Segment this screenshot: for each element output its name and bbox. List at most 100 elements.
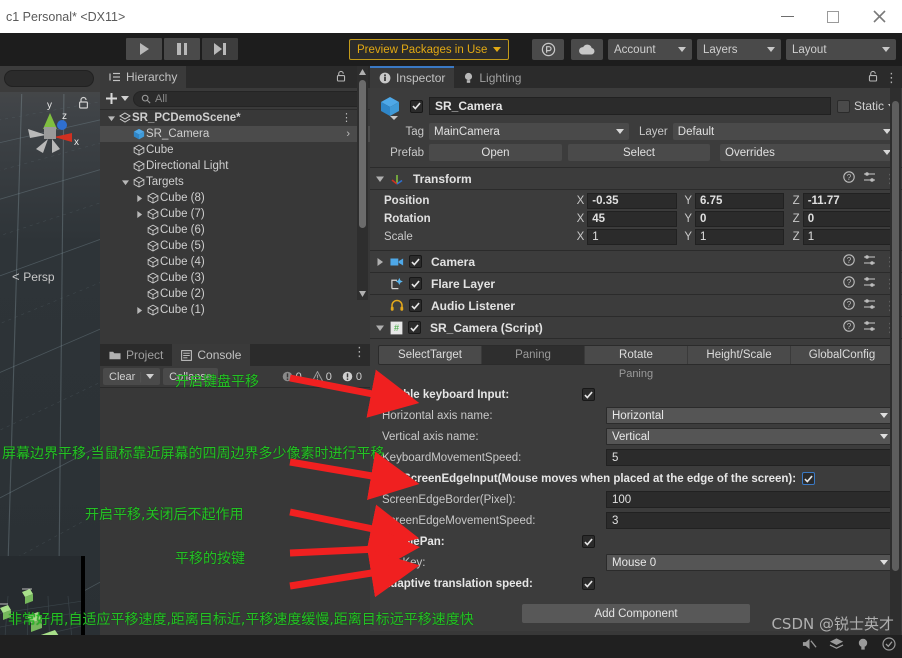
- foldout-collapsed-icon[interactable]: [134, 194, 145, 202]
- hierarchy-item-cube-5[interactable]: Cube (5): [100, 238, 370, 254]
- field-checkbox[interactable]: [582, 388, 595, 401]
- scene-view[interactable]: y z x < Persp: [0, 66, 100, 658]
- hierarchy-search-input[interactable]: All: [133, 90, 365, 107]
- help-icon[interactable]: ?: [843, 253, 855, 271]
- transform-rotation-y-input[interactable]: 0: [694, 211, 785, 227]
- script-tab-strip[interactable]: SelectTarget Paning Rotate Height/Scale Glob…: [378, 345, 894, 365]
- script-tab-selecttarget[interactable]: SelectTarget: [379, 346, 482, 364]
- console-kebab-icon[interactable]: ⋮: [353, 345, 366, 358]
- foldout-collapsed-icon[interactable]: [134, 210, 145, 218]
- component-enabled-checkbox[interactable]: [408, 321, 421, 334]
- field-text-input[interactable]: 5: [606, 449, 894, 466]
- layers-dropdown[interactable]: Layers: [697, 39, 781, 60]
- inspector-kebab-icon[interactable]: ⋮: [885, 71, 898, 84]
- help-icon[interactable]: ?: [843, 275, 855, 293]
- preset-icon[interactable]: [863, 275, 876, 293]
- help-icon[interactable]: ?: [843, 319, 855, 337]
- mute-audio-icon[interactable]: [802, 637, 817, 656]
- field-checkbox[interactable]: [582, 535, 595, 548]
- script-tab-paning[interactable]: Paning: [482, 346, 585, 364]
- scroll-down-icon[interactable]: [357, 288, 368, 300]
- clear-button[interactable]: Clear |: [103, 368, 161, 385]
- hierarchy-tree[interactable]: SR_PCDemoScene* ⋮ SR_Camera › Cube Directiona…: [100, 110, 370, 344]
- prefab-select-button[interactable]: Select: [568, 144, 710, 161]
- inspector-scrollbar[interactable]: [890, 88, 901, 658]
- component-enabled-checkbox[interactable]: [409, 277, 422, 290]
- tag-dropdown[interactable]: MainCamera: [429, 123, 629, 140]
- hierarchy-row-kebab-icon[interactable]: ⋮: [341, 112, 352, 123]
- hierarchy-item-cube-6[interactable]: Cube (6): [100, 222, 370, 238]
- step-button[interactable]: [202, 38, 238, 60]
- log-count[interactable]: 0: [277, 368, 307, 385]
- help-icon[interactable]: ?: [843, 297, 855, 315]
- component-header-camera[interactable]: Camera ?⋮: [370, 251, 902, 273]
- scene-search-input[interactable]: [4, 70, 94, 87]
- component-header-transform[interactable]: Transform ? ⋮: [370, 168, 902, 190]
- static-toggle-group[interactable]: Static: [836, 99, 896, 113]
- transform-scale-z-input[interactable]: 1: [802, 229, 893, 245]
- tab-hierarchy[interactable]: Hierarchy: [100, 66, 187, 88]
- layer-dropdown[interactable]: Default: [672, 123, 896, 140]
- minimize-button[interactable]: [764, 0, 810, 33]
- preset-icon[interactable]: [863, 170, 876, 188]
- field-dropdown[interactable]: Vertical: [606, 428, 894, 445]
- account-dropdown[interactable]: Account: [608, 39, 692, 60]
- foldout-collapsed-icon[interactable]: [375, 257, 385, 266]
- tab-lighting[interactable]: Lighting: [454, 66, 530, 88]
- hierarchy-item-targets[interactable]: Targets: [100, 174, 370, 190]
- hierarchy-item-cube-7[interactable]: Cube (7): [100, 206, 370, 222]
- gameobject-enabled-checkbox[interactable]: [410, 99, 423, 113]
- inspector-scroll-thumb[interactable]: [892, 101, 899, 571]
- hierarchy-scroll-thumb[interactable]: [359, 80, 366, 228]
- close-button[interactable]: [856, 0, 902, 33]
- transform-scale-y-input[interactable]: 1: [694, 229, 785, 245]
- hierarchy-item-cube[interactable]: Cube: [100, 142, 370, 158]
- preset-icon[interactable]: [863, 253, 876, 271]
- error-count[interactable]: 0: [337, 368, 367, 385]
- collapse-button[interactable]: Collapse: [163, 368, 218, 385]
- console-log-area[interactable]: [100, 388, 370, 658]
- field-text-input[interactable]: 100: [606, 491, 894, 508]
- gameobject-name-input[interactable]: SR_Camera: [429, 97, 831, 115]
- static-checkbox[interactable]: [836, 99, 850, 113]
- preview-packages-button[interactable]: Preview Packages in Use: [349, 39, 510, 60]
- hierarchy-item-sr-camera[interactable]: SR_Camera ›: [100, 126, 370, 142]
- lightbulb-status-icon[interactable]: [856, 637, 870, 656]
- transform-scale-x-input[interactable]: 1: [587, 229, 677, 245]
- cloud-button[interactable]: [571, 39, 603, 60]
- hierarchy-item-cube-4[interactable]: Cube (4): [100, 254, 370, 270]
- hierarchy-item-directional-light[interactable]: Directional Light: [100, 158, 370, 174]
- chevron-right-icon[interactable]: ›: [346, 128, 350, 140]
- help-icon[interactable]: ?: [843, 170, 855, 188]
- hierarchy-item-sr-pcdemoscene[interactable]: SR_PCDemoScene* ⋮: [100, 110, 370, 126]
- component-header-sr-camera-script[interactable]: # SR_Camera (Script) ?⋮: [370, 317, 902, 339]
- foldout-expanded-icon[interactable]: [120, 179, 131, 186]
- create-object-button[interactable]: [105, 92, 129, 105]
- transform-rotation-x-input[interactable]: 45: [587, 211, 677, 227]
- hierarchy-lock-icon[interactable]: [336, 69, 346, 87]
- transform-position-x-input[interactable]: -0.35: [587, 193, 677, 209]
- inspector-lock-icon[interactable]: [868, 69, 878, 87]
- foldout-icon[interactable]: [375, 175, 385, 183]
- hierarchy-item-cube-2[interactable]: Cube (2): [100, 286, 370, 302]
- maximize-button[interactable]: [810, 0, 856, 33]
- layout-dropdown[interactable]: Layout: [786, 39, 896, 60]
- tab-project[interactable]: Project: [100, 344, 172, 366]
- collab-button[interactable]: [532, 39, 564, 60]
- component-enabled-checkbox[interactable]: [409, 255, 422, 268]
- preset-icon[interactable]: [863, 319, 876, 337]
- pause-button[interactable]: [164, 38, 200, 60]
- add-component-button[interactable]: Add Component: [522, 604, 750, 623]
- tab-inspector[interactable]: Inspector: [370, 66, 455, 88]
- prefab-overrides-dropdown[interactable]: Overrides: [720, 144, 896, 161]
- script-tab-height-scale[interactable]: Height/Scale: [688, 346, 791, 364]
- field-text-input[interactable]: 3: [606, 512, 894, 529]
- foldout-expanded-icon[interactable]: [375, 324, 385, 332]
- foldout-collapsed-icon[interactable]: [134, 306, 145, 314]
- component-enabled-checkbox[interactable]: [409, 299, 422, 312]
- transform-position-z-input[interactable]: -11.77: [802, 193, 893, 209]
- script-tab-rotate[interactable]: Rotate: [585, 346, 688, 364]
- hierarchy-scrollbar[interactable]: [357, 66, 368, 300]
- hierarchy-item-cube-1[interactable]: Cube (1): [100, 302, 370, 318]
- warning-count[interactable]: 0: [307, 368, 337, 385]
